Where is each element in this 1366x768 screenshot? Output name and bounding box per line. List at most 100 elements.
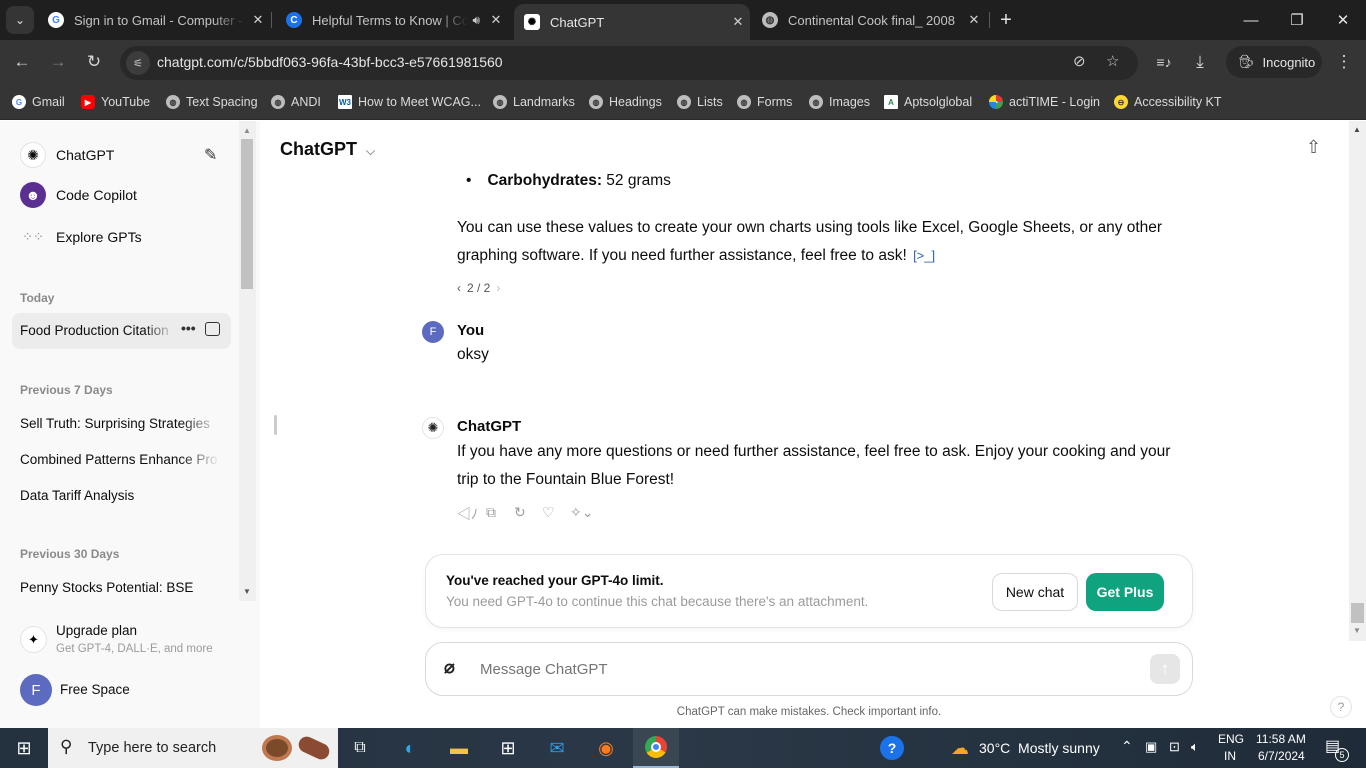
weather-text[interactable]: 30°C Mostly sunny (979, 740, 1100, 756)
read-aloud-icon[interactable]: ◁ﾉ (457, 504, 478, 524)
chat-item[interactable]: Penny Stocks Potential: BSE (20, 580, 220, 595)
bookmark-youtube[interactable]: ▶ YouTube (81, 92, 150, 112)
assistant-message-text: trip to the Fountain Blue Forest! (457, 471, 675, 488)
sidebar-item-explore-gpts[interactable]: ⁘⁘ Explore GPTs (20, 224, 142, 250)
scroll-down-arrow[interactable]: ▼ (243, 587, 251, 596)
scroll-up-arrow[interactable]: ▲ (243, 126, 251, 135)
bookmark-actitime[interactable]: ◔ actiTIME - Login (989, 92, 1100, 112)
media-control-button[interactable]: ≡♪ (1152, 50, 1176, 74)
share-icon[interactable]: ⇧ (1306, 137, 1321, 158)
menu-button[interactable]: ⋮ (1332, 50, 1356, 74)
language-indicator[interactable]: ENG (1218, 732, 1244, 746)
tab-chatgpt[interactable]: ✺ ChatGPT ✕ (514, 4, 750, 40)
forward-button[interactable]: → (46, 50, 70, 74)
close-tab-icon[interactable]: ✕ (484, 12, 508, 28)
regenerate-icon[interactable]: ↻ (514, 504, 526, 521)
site-info-icon[interactable]: ⚟ (126, 51, 150, 75)
reload-button[interactable]: ↻ (82, 50, 106, 74)
close-tab-icon[interactable]: ✕ (726, 14, 750, 30)
tab-search-button[interactable]: ⌄ (6, 6, 34, 34)
next-response-icon[interactable]: › (496, 281, 500, 295)
minimize-button[interactable]: — (1228, 8, 1274, 32)
speaker-icon[interactable]: 🔊︎ (472, 13, 480, 28)
firefox-icon[interactable]: ◉ (592, 734, 620, 762)
page-scrollbar[interactable]: ▲ ▼ (1349, 121, 1366, 641)
clock-date[interactable]: 6/7/2024 (1258, 749, 1305, 763)
file-explorer-icon[interactable]: ▬ (445, 734, 473, 762)
bookmark-andi[interactable]: ◍ ANDI (271, 92, 321, 112)
task-view-icon[interactable]: ⧉ (346, 734, 374, 762)
taskbar-search[interactable]: ⚲ Type here to search (48, 728, 338, 768)
camera-icon[interactable]: ▣ (1145, 739, 1157, 755)
sidebar-scroll-thumb[interactable] (241, 139, 253, 289)
tab-helpful-terms[interactable]: C Helpful Terms to Know | Co 🔊︎ ✕ (276, 4, 508, 36)
windows-start-icon[interactable]: ⊞ (10, 734, 38, 762)
tab-gmail[interactable]: G Sign in to Gmail - Computer - G ✕ (38, 4, 270, 36)
upgrade-plan-button[interactable]: ✦ Upgrade plan Get GPT-4, DALL·E, and mo… (20, 623, 230, 663)
globe-icon: ◍ (677, 95, 691, 109)
restore-button[interactable]: ❐ (1274, 8, 1320, 32)
bookmark-images[interactable]: ◍ Images (809, 92, 870, 112)
bookmark-landmarks[interactable]: ◍ Landmarks (493, 92, 575, 112)
chat-item[interactable]: Sell Truth: Surprising Strategies (20, 416, 220, 431)
weather-icon[interactable]: ☁ (946, 734, 974, 762)
code-interpreter-icon[interactable]: [>_] (913, 248, 935, 263)
taskbar-chrome-active[interactable] (633, 728, 679, 768)
scroll-up-arrow[interactable]: ▲ (1353, 125, 1361, 134)
chat-item[interactable]: Food Production Citation (20, 323, 175, 338)
incognito-badge[interactable]: 🕵︎ Incognito (1226, 46, 1322, 78)
archive-icon[interactable] (205, 322, 220, 336)
store-icon[interactable]: ⊞ (494, 734, 522, 762)
network-icon[interactable]: ⊡ (1169, 739, 1180, 755)
tab-continental-cook[interactable]: ◍ Continental Cook final_ 2008 ✕ (752, 4, 986, 36)
bookmark-accessibility-kt[interactable]: ⊖ Accessibility KT (1114, 92, 1222, 112)
get-plus-button[interactable]: Get Plus (1086, 573, 1164, 611)
w3-icon: W3 (338, 95, 352, 109)
back-button[interactable]: ← (10, 50, 34, 74)
scroll-down-arrow[interactable]: ▼ (1353, 626, 1361, 635)
prev-response-icon[interactable]: ‹ (457, 281, 461, 295)
star-icon[interactable]: ☆ (1106, 52, 1119, 70)
browser-toolbar: ← → ↻ ⚟ chatgpt.com/c/5bbdf063-96fa-43bf… (0, 40, 1366, 84)
resize-handle[interactable] (274, 415, 277, 435)
sidebar-item-code-copilot[interactable]: ☻ Code Copilot (20, 182, 137, 208)
close-window-button[interactable]: ✕ (1320, 8, 1366, 32)
help-button[interactable]: ? (1330, 696, 1352, 718)
bookmark-forms[interactable]: ◍ Forms (737, 92, 792, 112)
copy-icon[interactable]: ⧉ (486, 504, 496, 521)
new-chat-button[interactable]: New chat (992, 573, 1078, 611)
new-chat-edit-icon[interactable]: ✎ (204, 145, 217, 165)
close-tab-icon[interactable]: ✕ (246, 12, 270, 28)
globe-icon: ◍ (166, 95, 180, 109)
model-selector[interactable]: ChatGPT ⌵ (280, 139, 375, 160)
clock-time[interactable]: 11:58 AM (1256, 732, 1306, 746)
more-options-icon[interactable]: ••• (181, 320, 196, 336)
chevron-up-icon[interactable]: ⌃ (1121, 738, 1133, 755)
message-input[interactable] (480, 655, 1120, 683)
page-scroll-thumb[interactable] (1351, 603, 1364, 623)
sidebar-scrollbar[interactable]: ▲ ▼ (239, 121, 256, 601)
edge-icon[interactable]: ◐ (396, 734, 424, 762)
chat-item[interactable]: Data Tariff Analysis (20, 488, 220, 503)
bookmark-text-spacing[interactable]: ◍ Text Spacing (166, 92, 258, 112)
sidebar-item-chatgpt[interactable]: ✺ ChatGPT (20, 142, 114, 168)
send-button[interactable]: ↑ (1150, 654, 1180, 684)
thumbs-down-icon[interactable]: ♡ (542, 504, 555, 521)
bookmark-headings[interactable]: ◍ Headings (589, 92, 662, 112)
help-app-icon[interactable]: ? (880, 736, 904, 760)
bookmark-gmail[interactable]: G Gmail (12, 92, 65, 112)
bookmark-lists[interactable]: ◍ Lists (677, 92, 723, 112)
bookmark-wcag[interactable]: W3 How to Meet WCAG... (338, 92, 481, 112)
user-profile-button[interactable]: F Free Space (20, 674, 230, 706)
new-tab-button[interactable]: + (983, 8, 1029, 32)
volume-icon[interactable]: 🔈︎ (1191, 739, 1199, 755)
downloads-button[interactable]: ⤓ (1188, 50, 1212, 74)
url-text[interactable]: chatgpt.com/c/5bbdf063-96fa-43bf-bcc3-e5… (157, 54, 503, 70)
change-model-icon[interactable]: ✧⌄ (570, 504, 593, 521)
paperclip-icon[interactable]: ⌀ (444, 657, 455, 678)
eye-slash-icon[interactable]: ⊘ (1073, 52, 1086, 70)
address-bar[interactable]: ⚟ chatgpt.com/c/5bbdf063-96fa-43bf-bcc3-… (120, 46, 1138, 80)
chat-item[interactable]: Combined Patterns Enhance Pro (20, 452, 220, 467)
bookmark-aptsolglobal[interactable]: A Aptsolglobal (884, 92, 972, 112)
mail-icon[interactable]: ✉ (543, 734, 571, 762)
